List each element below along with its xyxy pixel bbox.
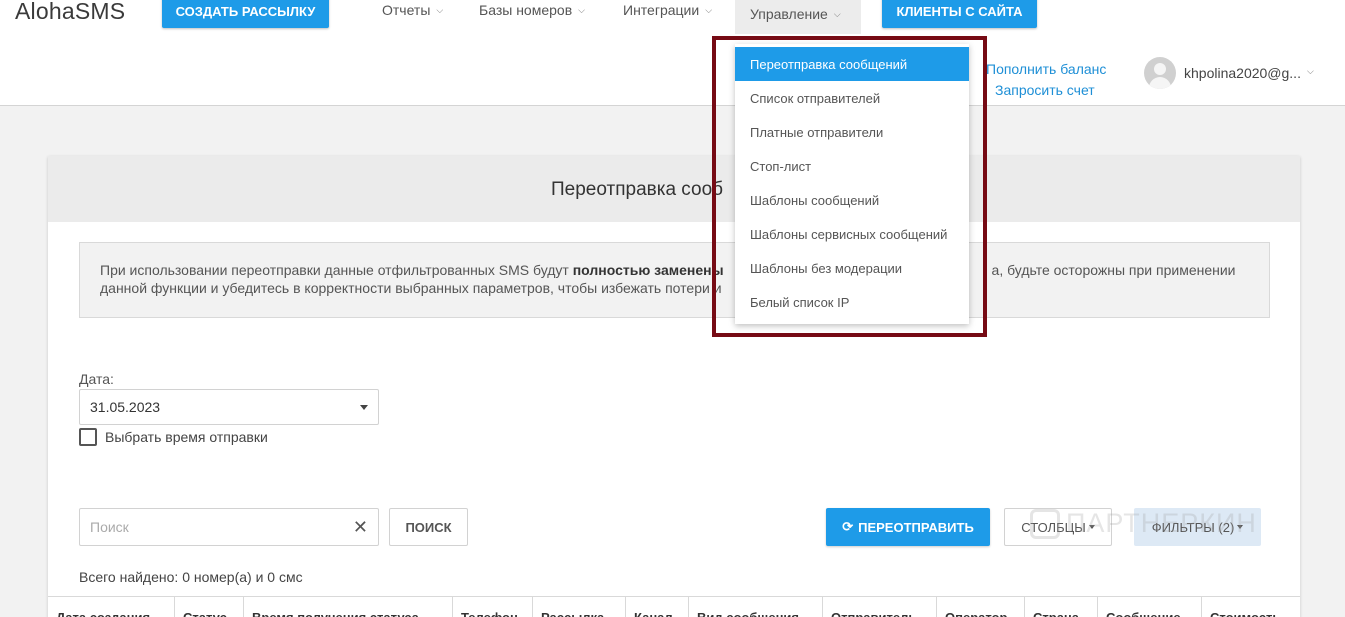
resend-card: Переотправка сооб При использовании пере… (48, 156, 1300, 617)
results-count: Всего найдено: 0 номер(а) и 0 смс (79, 569, 303, 585)
close-icon[interactable]: ✕ (353, 509, 368, 545)
send-time-checkbox[interactable] (79, 428, 97, 446)
chevron-down-icon: ⌵ (578, 4, 585, 15)
nav-reports-label: Отчеты (382, 2, 431, 18)
search-button[interactable]: ПОИСК (389, 508, 468, 546)
create-campaign-button[interactable]: СОЗДАТЬ РАССЫЛКУ (162, 0, 329, 28)
site-clients-button[interactable]: КЛИЕНТЫ С САЙТА (882, 0, 1037, 28)
column-header[interactable]: Телефон (453, 597, 533, 617)
notice-bold-text: полностью заменены (572, 262, 724, 278)
nav-reports[interactable]: Отчеты ⌵ (382, 2, 443, 18)
nav-number-bases[interactable]: Базы номеров ⌵ (479, 2, 585, 18)
request-invoice-link[interactable]: Запросить счет (986, 80, 1106, 101)
column-header[interactable]: Страна (1025, 597, 1098, 617)
nav-number-bases-label: Базы номеров (479, 2, 573, 18)
caret-down-icon (360, 405, 368, 410)
column-header[interactable]: Дата создания (48, 597, 175, 617)
chevron-down-icon: ⌵ (833, 8, 841, 19)
page-title: Переотправка сооб (551, 179, 724, 200)
date-label: Дата: (79, 371, 114, 387)
watermark-text: ПАРТНЕРКИН (1066, 508, 1257, 538)
user-icon (1154, 63, 1166, 75)
column-header[interactable]: Оператор (937, 597, 1025, 617)
resend-button-label: ПЕРЕОТПРАВИТЬ (858, 519, 974, 535)
chat-bubble-icon (1030, 508, 1060, 539)
nav-integrations[interactable]: Интеграции ⌵ (623, 2, 712, 18)
date-select[interactable]: 31.05.2023 (79, 389, 379, 425)
column-header[interactable]: Статус (175, 597, 244, 617)
nav-integrations-label: Интеграции (623, 2, 700, 18)
balance-links: Пополнить баланс Запросить счет (986, 59, 1106, 101)
chevron-down-icon: ⌵ (705, 4, 713, 15)
search-input[interactable]: Поиск ✕ (79, 508, 379, 546)
column-header[interactable]: Рассылка (533, 597, 626, 617)
watermark: ПАРТНЕРКИН (1030, 508, 1257, 539)
column-header[interactable]: Сообщение (1098, 597, 1202, 617)
table-header: Дата создания Статус Время получения ста… (48, 596, 1300, 617)
app-logo[interactable]: AlohaSMS (15, 0, 125, 25)
top-bar: AlohaSMS СОЗДАТЬ РАССЫЛКУ Отчеты ⌵ Базы … (0, 0, 1345, 106)
warning-notice: При использовании переотправки данные от… (79, 242, 1270, 318)
send-time-checkbox-label: Выбрать время отправки (105, 429, 268, 445)
resend-button[interactable]: ⟳ ПЕРЕОТПРАВИТЬ (826, 508, 990, 546)
chevron-down-icon[interactable]: ⌵ (1307, 66, 1314, 77)
column-header[interactable]: Время получения статуса (244, 597, 453, 617)
nav-management-label: Управление (750, 6, 828, 22)
notice-text-line2: данной функции и убедитесь в корректност… (100, 280, 722, 296)
nav-management[interactable]: Управление ⌵ (735, 0, 861, 34)
send-time-option[interactable]: Выбрать время отправки (79, 428, 268, 446)
notice-text-start: При использовании переотправки данные от… (100, 262, 573, 278)
chevron-down-icon: ⌵ (436, 4, 444, 15)
search-placeholder: Поиск (90, 519, 129, 535)
date-value: 31.05.2023 (90, 399, 161, 415)
avatar[interactable] (1144, 57, 1176, 89)
column-header[interactable]: Стоимость (1202, 597, 1300, 617)
column-header[interactable]: Вид сообщения (689, 597, 823, 617)
card-header: Переотправка сооб (48, 156, 1300, 222)
notice-text-end: а, будьте осторожны при применении (991, 262, 1236, 278)
user-email[interactable]: khpolina2020@g... (1184, 65, 1301, 81)
top-up-balance-link[interactable]: Пополнить баланс (986, 59, 1106, 80)
column-header[interactable]: Канал (626, 597, 689, 617)
column-header[interactable]: Отправитель (823, 597, 937, 617)
highlight-frame (712, 36, 987, 337)
refresh-icon: ⟳ (842, 519, 854, 534)
